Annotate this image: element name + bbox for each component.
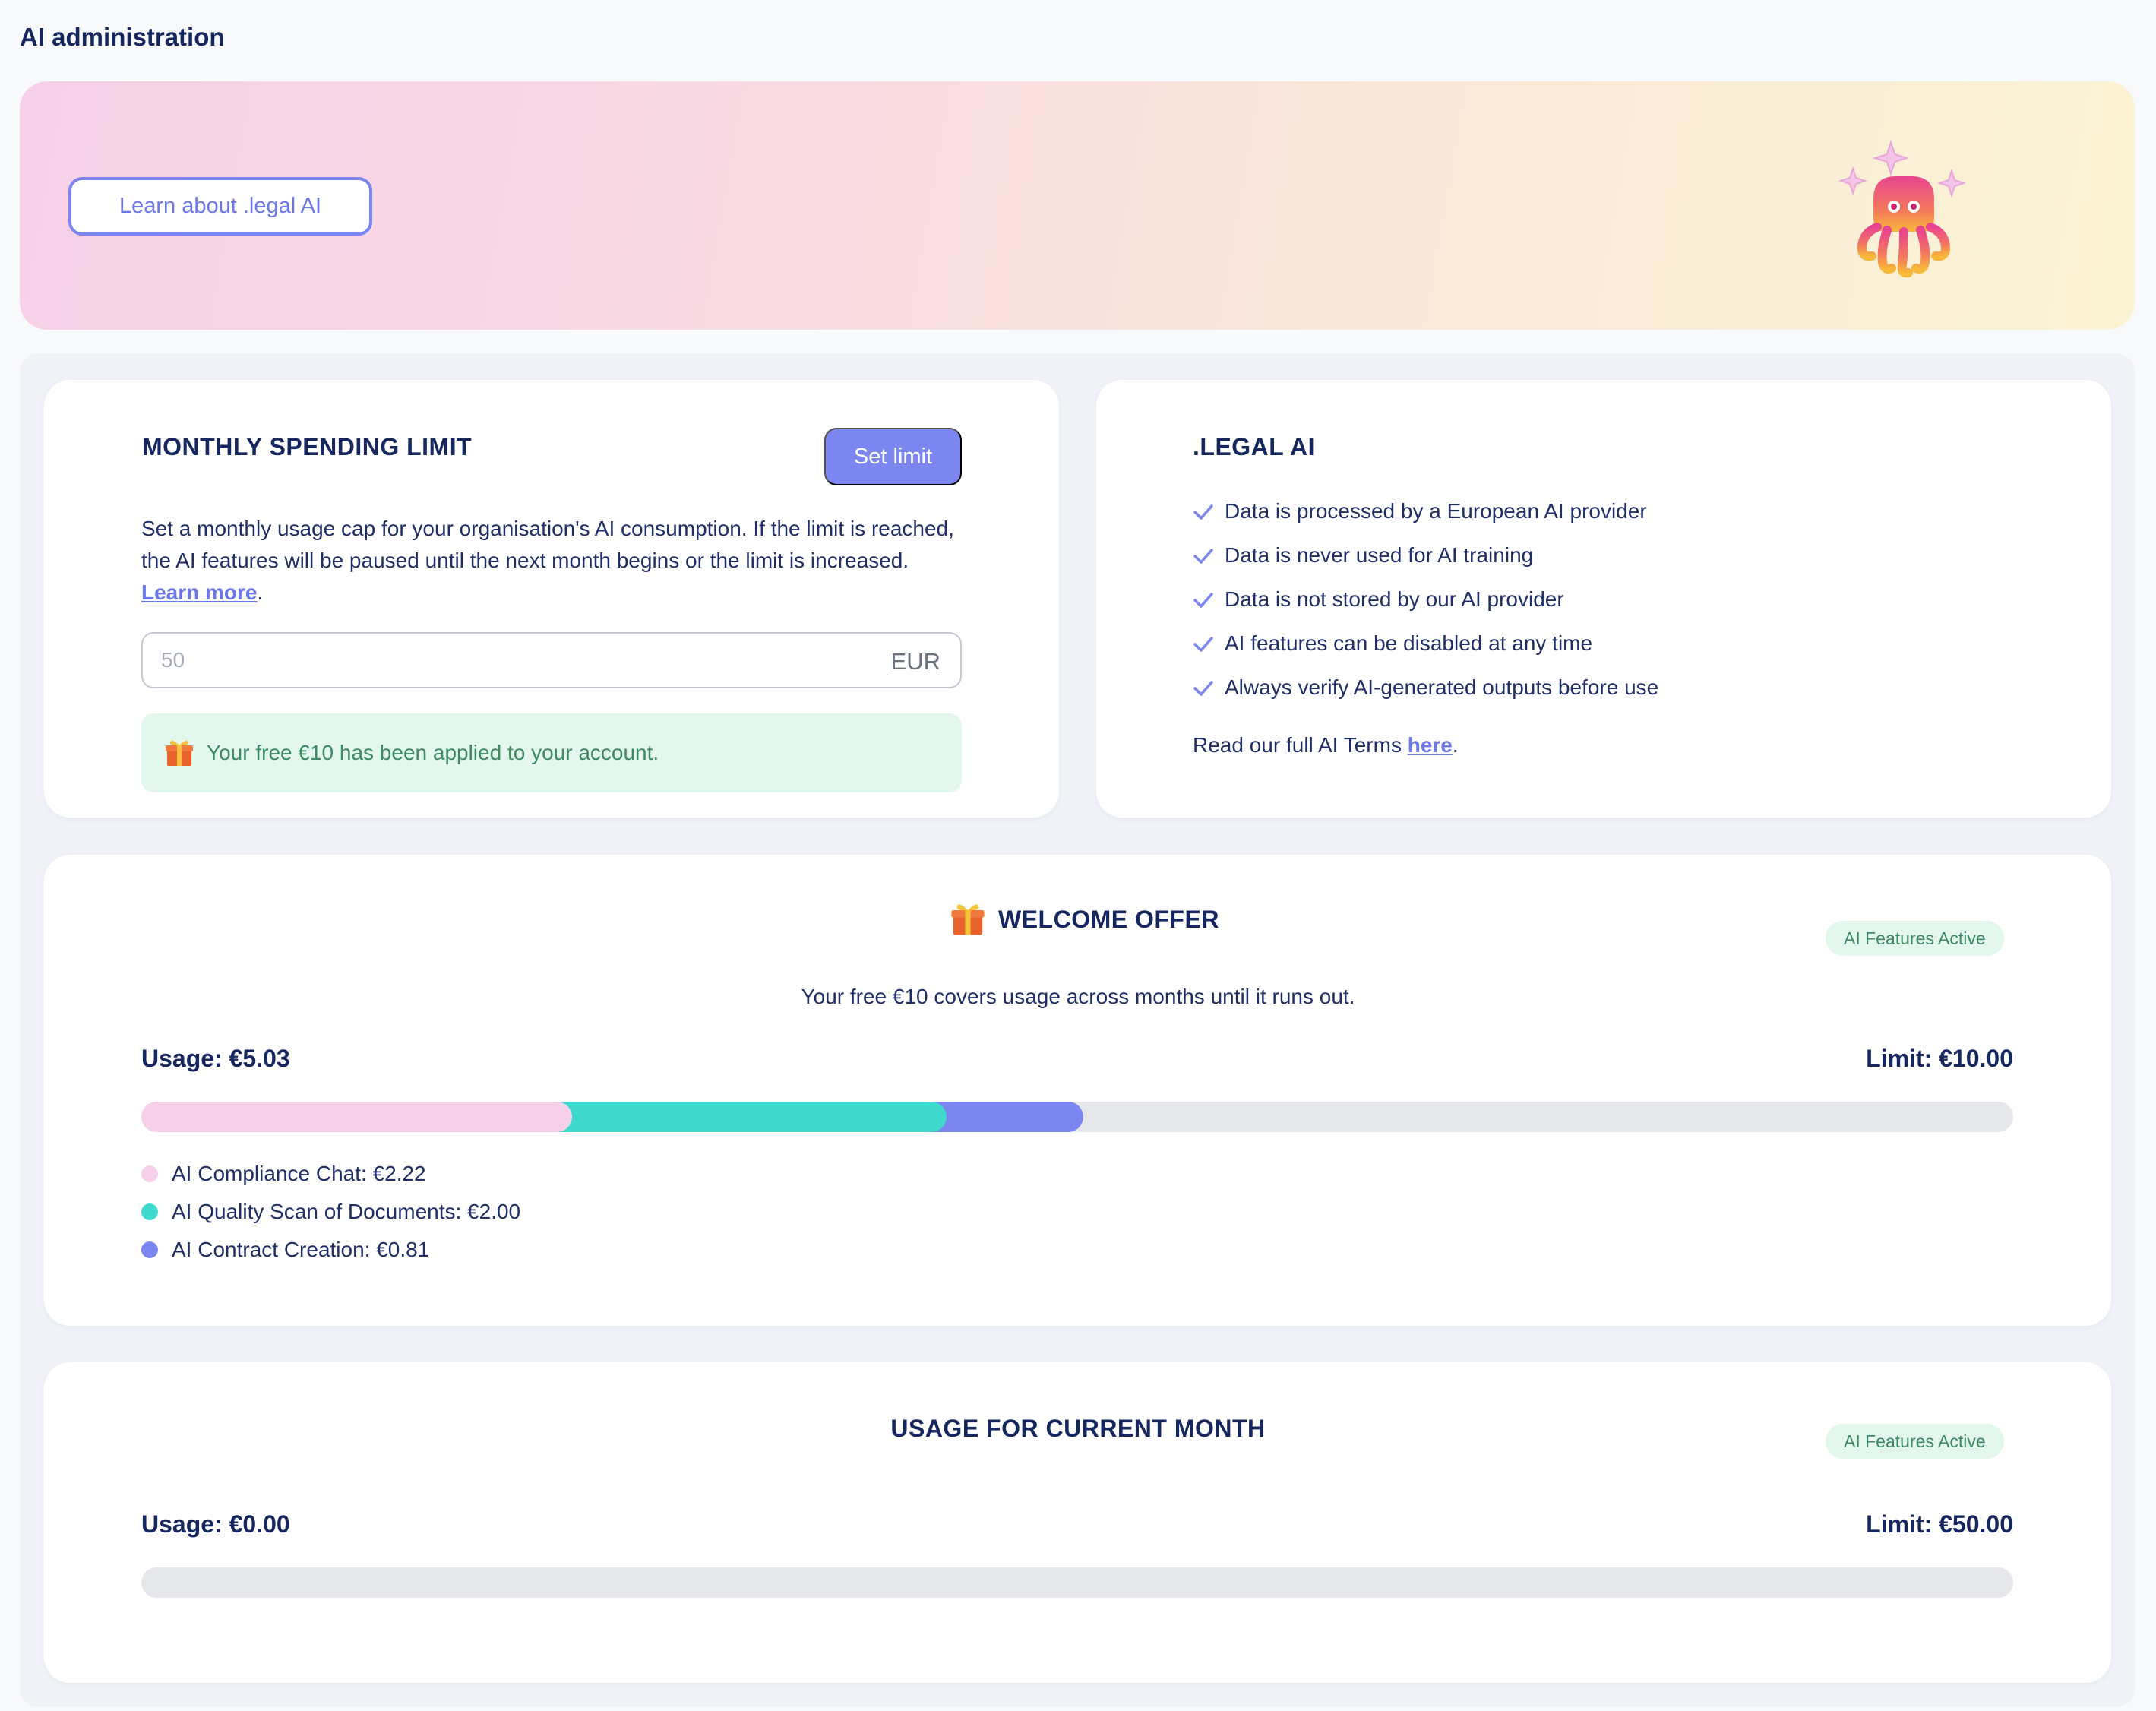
learn-about-ai-button[interactable]: Learn about .legal AI [68, 177, 372, 236]
currency-label: EUR [890, 648, 940, 675]
current-month-card [44, 1362, 2111, 1683]
learn-more-link[interactable]: Learn more [141, 580, 258, 604]
checkmark-icon [1193, 504, 1213, 520]
legend-item: AI Compliance Chat: €2.22 [141, 1155, 520, 1193]
ai-banner: Learn about .legal AI [20, 81, 2135, 330]
ai-terms-link[interactable]: here [1408, 733, 1453, 757]
welcome-offer-title: WELCOME OFFER [950, 901, 1219, 938]
checkmark-icon [1193, 637, 1213, 652]
gift-icon [166, 740, 193, 766]
checkmark-icon [1193, 549, 1213, 564]
set-limit-button[interactable]: Set limit [824, 428, 962, 485]
welcome-offer-subtitle: Your free €10 covers usage across months… [801, 985, 1355, 1008]
usage-bar-segment [557, 1102, 947, 1132]
legend-dot [141, 1241, 158, 1258]
list-item: Data is never used for AI training [1191, 533, 1658, 577]
welcome-usage-bar [141, 1102, 2013, 1132]
legend-item: AI Contract Creation: €0.81 [141, 1231, 520, 1269]
list-item: Always verify AI-generated outputs befor… [1191, 666, 1658, 710]
gift-icon [951, 904, 985, 935]
spending-limit-input[interactable] [161, 634, 845, 687]
legend-item: AI Quality Scan of Documents: €2.00 [141, 1193, 520, 1231]
spending-limit-title: MONTHLY SPENDING LIMIT [142, 433, 473, 460]
free-credit-text: Your free €10 has been applied to your a… [207, 741, 659, 764]
list-item: Data is not stored by our AI provider [1191, 577, 1658, 621]
legend-label: AI Contract Creation: €0.81 [172, 1238, 430, 1261]
list-item: Data is processed by a European AI provi… [1191, 489, 1658, 533]
free-credit-notice: Your free €10 has been applied to your a… [141, 713, 962, 792]
checkmark-icon [1193, 593, 1213, 608]
month-usage-bar [141, 1567, 2013, 1598]
octopus-mascot-icon [1838, 139, 1967, 278]
month-usage-label: Usage: €0.00 [141, 1510, 290, 1538]
welcome-usage-label: Usage: €5.03 [141, 1045, 290, 1072]
ai-features-status-badge: AI Features Active [1826, 1424, 2004, 1459]
welcome-limit-label: Limit: €10.00 [1866, 1045, 2013, 1072]
ai-terms-text: Read our full AI Terms here. [1193, 733, 1459, 757]
spending-limit-description: Set a monthly usage cap for your organis… [141, 517, 954, 604]
legal-ai-title: .LEGAL AI [1193, 433, 1315, 460]
legend-label: AI Compliance Chat: €2.22 [172, 1162, 426, 1185]
ai-features-status-badge: AI Features Active [1826, 921, 2004, 956]
legend-label: AI Quality Scan of Documents: €2.00 [172, 1200, 521, 1223]
month-limit-label: Limit: €50.00 [1866, 1510, 2013, 1538]
legal-ai-feature-list: Data is processed by a European AI provi… [1191, 489, 1658, 710]
usage-legend: AI Compliance Chat: €2.22 AI Quality Scan… [141, 1155, 520, 1269]
usage-bar-segment [931, 1102, 1083, 1132]
checkmark-icon [1193, 681, 1213, 696]
spending-limit-field[interactable]: EUR [141, 632, 962, 688]
legend-dot [141, 1165, 158, 1182]
usage-bar-segment [141, 1102, 572, 1132]
list-item: AI features can be disabled at any time [1191, 621, 1658, 666]
page-title: AI administration [20, 23, 225, 51]
legend-dot [141, 1203, 158, 1220]
